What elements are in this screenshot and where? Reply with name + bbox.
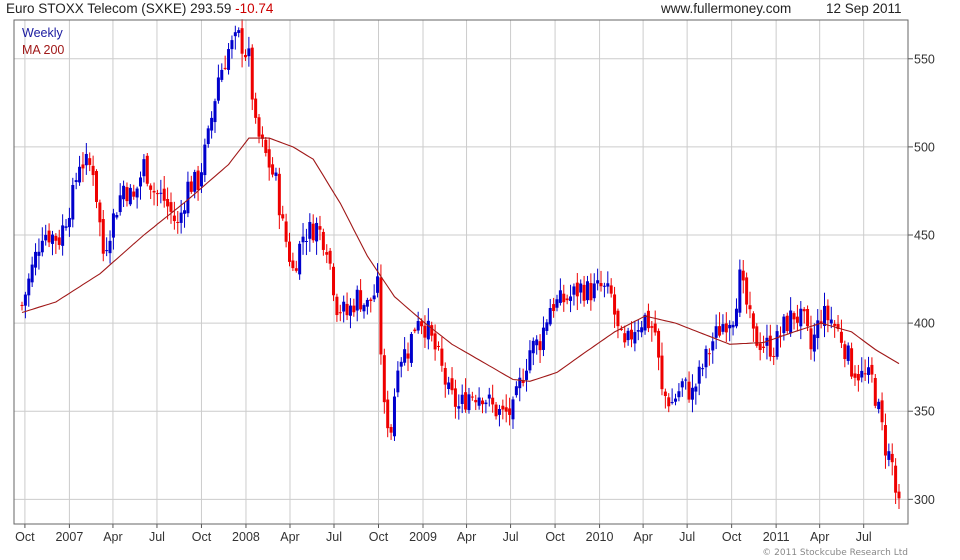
x-tick-label: Apr bbox=[280, 530, 299, 544]
x-tick-label: Apr bbox=[810, 530, 829, 544]
plot-background bbox=[0, 0, 960, 560]
x-tick-label: Oct bbox=[192, 530, 212, 544]
x-tick-label: Jul bbox=[679, 530, 695, 544]
x-tick-label: Jul bbox=[149, 530, 165, 544]
x-tick-label: Oct bbox=[369, 530, 389, 544]
last-price: 293.59 bbox=[190, 1, 232, 16]
x-tick-label: Jul bbox=[326, 530, 342, 544]
weekly-candle bbox=[379, 264, 383, 365]
x-tick-label: Jul bbox=[856, 530, 872, 544]
website-text: www.fullermoney.com bbox=[661, 1, 792, 16]
x-tick-label: Apr bbox=[457, 530, 476, 544]
x-tick-label: Oct bbox=[15, 530, 35, 544]
weekly-candle bbox=[755, 323, 759, 348]
y-tick-label: 450 bbox=[914, 228, 935, 242]
weekly-candle bbox=[298, 240, 302, 280]
price-chart: 300 350 400 450 500 550 Oct 2007 Apr Jul Oct 2008 Ap… bbox=[0, 0, 960, 560]
x-tick-label: 2007 bbox=[55, 530, 83, 544]
website-link[interactable]: www.fullermoney.com bbox=[661, 1, 791, 16]
x-tick-label: 2010 bbox=[586, 530, 614, 544]
x-tick-label: 2008 bbox=[232, 530, 260, 544]
y-tick-label: 350 bbox=[914, 405, 935, 419]
y-tick-label: 400 bbox=[914, 317, 935, 331]
weekly-candle bbox=[873, 373, 877, 409]
x-tick-label: Jul bbox=[503, 530, 519, 544]
weekly-candle bbox=[145, 153, 149, 187]
weekly-candle bbox=[785, 312, 789, 334]
y-tick-label: 550 bbox=[914, 52, 935, 66]
legend-ma-200: MA 200 bbox=[22, 43, 65, 57]
legend-weekly: Weekly bbox=[22, 26, 63, 40]
x-tick-label: Apr bbox=[103, 530, 122, 544]
x-tick-label: 2011 bbox=[763, 530, 790, 544]
copyright-notice: © 2011 Stockcube Research Ltd bbox=[762, 548, 908, 558]
x-tick-label: Oct bbox=[722, 530, 742, 544]
x-tick-label: 2009 bbox=[409, 530, 437, 544]
x-tick-label: Oct bbox=[545, 530, 565, 544]
y-tick-label: 500 bbox=[914, 140, 935, 154]
weekly-candle bbox=[409, 331, 413, 367]
chart-date: 12 Sep 2011 bbox=[826, 1, 902, 16]
y-tick-label: 300 bbox=[914, 493, 935, 507]
chart-title: Euro STOXX Telecom (SXKE) 293.59 -10.74 bbox=[6, 1, 273, 16]
instrument-name: Euro STOXX Telecom (SXKE) bbox=[6, 1, 187, 16]
x-tick-label: Apr bbox=[633, 530, 652, 544]
price-change: -10.74 bbox=[235, 1, 274, 16]
